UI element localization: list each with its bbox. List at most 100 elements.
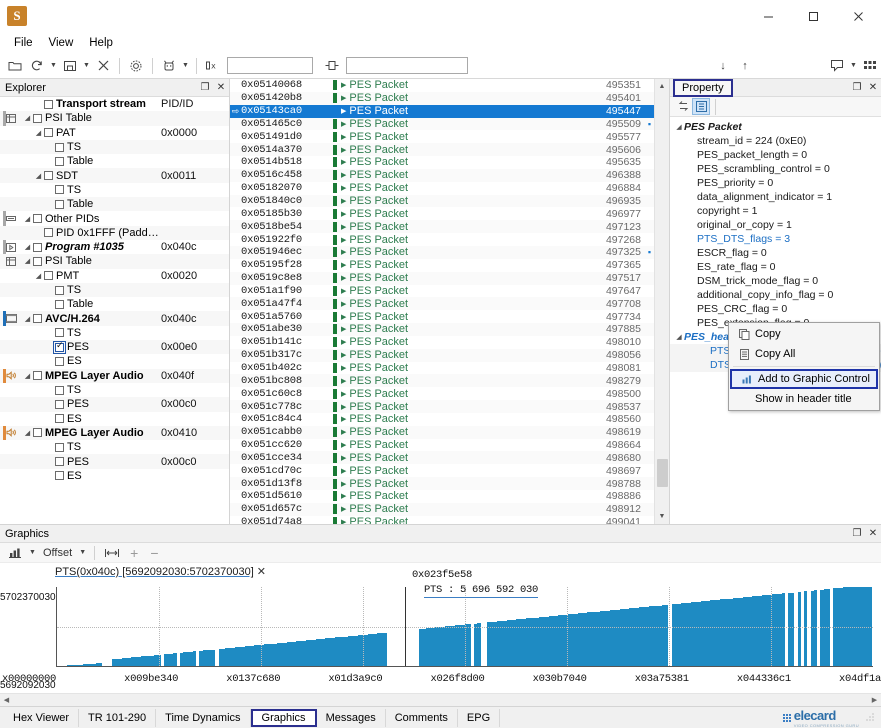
- offset-mode-caret[interactable]: ▼: [77, 542, 88, 564]
- chart-type-caret[interactable]: ▼: [27, 542, 38, 564]
- packet-expand-icon[interactable]: ▶: [341, 518, 346, 524]
- chart-type-icon[interactable]: [5, 544, 25, 561]
- packet-expand-icon[interactable]: ▶: [341, 351, 346, 359]
- explorer-row[interactable]: ◢ MPEG Layer Audio 0x040f: [0, 368, 229, 383]
- packet-expand-icon[interactable]: ▶: [341, 480, 346, 488]
- grid-layout-icon[interactable]: [859, 55, 881, 77]
- expand-collapse-icon[interactable]: ◢: [22, 114, 33, 122]
- packet-row[interactable]: 0x0519c8e8 ▶ PES Packet 497517: [230, 271, 654, 285]
- property-row[interactable]: PES_priority = 0: [670, 176, 881, 190]
- packet-expand-icon[interactable]: ▶: [341, 364, 346, 372]
- scroll-down-icon[interactable]: ▼: [655, 509, 670, 524]
- packet-expand-icon[interactable]: ▶: [341, 441, 346, 449]
- explorer-float-icon[interactable]: ❐: [197, 80, 213, 96]
- graphics-float-icon[interactable]: ❐: [849, 526, 865, 542]
- explorer-row[interactable]: ◢ AVC/H.264 0x040c: [0, 311, 229, 326]
- packet-row[interactable]: 0x051b402c ▶ PES Packet 498081: [230, 362, 654, 375]
- property-row[interactable]: ESCR_flag = 0: [670, 246, 881, 260]
- explorer-checkbox[interactable]: [33, 371, 42, 381]
- zoom-in-button[interactable]: +: [125, 544, 143, 561]
- property-row[interactable]: PES_scrambling_control = 0: [670, 162, 881, 176]
- fit-width-icon[interactable]: [101, 544, 123, 561]
- expand-collapse-icon[interactable]: ◢: [33, 172, 44, 180]
- property-row[interactable]: PES_CRC_flag = 0: [670, 302, 881, 316]
- explorer-checkbox[interactable]: [55, 414, 64, 424]
- explorer-checkbox[interactable]: [53, 340, 66, 354]
- settings-gear-icon[interactable]: [125, 55, 147, 77]
- analyze-dropdown-caret[interactable]: ▼: [180, 55, 191, 77]
- explorer-row[interactable]: TS: [0, 139, 229, 155]
- packet-row[interactable]: 0x051b141c ▶ PES Packet 498010: [230, 336, 654, 349]
- explorer-checkbox[interactable]: [33, 214, 42, 224]
- explorer-tree[interactable]: Transport stream PID/ID ◢ PSI Table ◢ PAT 0x00…: [0, 97, 229, 524]
- packet-row[interactable]: 0x0514a370 ▶ PES Packet 495606: [230, 143, 654, 157]
- packet-expand-icon[interactable]: ▶: [341, 313, 346, 321]
- bottom-tab-graphics[interactable]: Graphics: [250, 708, 317, 727]
- explorer-checkbox[interactable]: [55, 142, 64, 152]
- bottom-tab-epg[interactable]: EPG: [458, 708, 501, 727]
- explorer-row[interactable]: ◢ Other PIDs: [0, 211, 229, 226]
- analyze-icon[interactable]: [158, 55, 180, 77]
- packet-row[interactable]: 0x05185b30 ▶ PES Packet 496977: [230, 207, 654, 220]
- explorer-checkbox[interactable]: [44, 99, 53, 109]
- explorer-row[interactable]: ES: [0, 469, 229, 483]
- find-next-down-icon[interactable]: ↓: [712, 55, 734, 77]
- packet-expand-icon[interactable]: ▶: [341, 300, 346, 308]
- packet-row[interactable]: 0x051abe30 ▶ PES Packet 497885: [230, 323, 654, 336]
- packet-row[interactable]: 0x051b317c ▶ PES Packet 498056: [230, 348, 654, 362]
- packet-expand-icon[interactable]: ▶: [341, 403, 346, 411]
- packet-row[interactable]: 0x051c60c8 ▶ PES Packet 498500: [230, 387, 654, 400]
- expand-collapse-icon[interactable]: ◢: [22, 257, 33, 265]
- refresh-icon[interactable]: [26, 55, 48, 77]
- goto-packet-input[interactable]: [346, 57, 468, 74]
- property-row[interactable]: additional_copy_info_flag = 0: [670, 288, 881, 302]
- packet-expand-icon[interactable]: ▶: [341, 377, 346, 385]
- packet-expand-icon[interactable]: ▶: [341, 94, 346, 102]
- packet-row[interactable]: 0x0514b518 ▶ PES Packet 495635: [230, 156, 654, 169]
- packet-row[interactable]: ⇨ 0x05143ca0 ▶ PES Packet 495447: [230, 104, 654, 118]
- packet-row[interactable]: 0x05140068 ▶ PES Packet 495351: [230, 79, 654, 92]
- expand-collapse-icon[interactable]: ◢: [22, 215, 33, 223]
- packet-expand-icon[interactable]: ▶: [341, 171, 346, 179]
- explorer-row[interactable]: TS: [0, 183, 229, 197]
- context-menu-item[interactable]: Copy All: [729, 344, 879, 364]
- explorer-checkbox[interactable]: [44, 128, 53, 138]
- explorer-row[interactable]: TS: [0, 440, 229, 454]
- property-expand-icon[interactable]: ◢: [674, 333, 684, 341]
- packet-row[interactable]: 0x051d5610 ▶ PES Packet 498886: [230, 490, 654, 503]
- packet-expand-icon[interactable]: ▶: [341, 492, 346, 500]
- property-row[interactable]: copyright = 1: [670, 204, 881, 218]
- packet-expand-icon[interactable]: ▶: [341, 467, 346, 475]
- expand-collapse-icon[interactable]: ◢: [22, 315, 33, 323]
- hscroll-left-icon[interactable]: ◀: [0, 694, 13, 707]
- explorer-row[interactable]: ◢ SDT 0x0011: [0, 168, 229, 183]
- property-row[interactable]: DSM_trick_mode_flag = 0: [670, 274, 881, 288]
- explorer-checkbox[interactable]: [55, 299, 64, 309]
- menu-view[interactable]: View: [41, 35, 82, 51]
- packet-row[interactable]: 0x0516c458 ▶ PES Packet 496388: [230, 168, 654, 182]
- chart-series-label[interactable]: PTS(0x040c) [5692092030:5702370030]: [55, 566, 254, 578]
- packet-row[interactable]: 0x051d13f8 ▶ PES Packet 498788: [230, 477, 654, 490]
- packet-row[interactable]: 0x051491d0 ▶ PES Packet 495577: [230, 130, 654, 143]
- explorer-checkbox[interactable]: [33, 113, 42, 123]
- bottom-tab-messages[interactable]: Messages: [317, 708, 386, 727]
- packet-expand-icon[interactable]: ▶: [341, 248, 346, 256]
- packet-expand-icon[interactable]: ▶: [341, 107, 346, 115]
- packet-list[interactable]: 0x05140068 ▶ PES Packet 495351 0x051420b8 ▶ PE…: [230, 79, 654, 524]
- offset-mode-label[interactable]: Offset: [40, 544, 75, 561]
- packet-expand-icon[interactable]: ▶: [341, 146, 346, 154]
- packet-expand-icon[interactable]: ▶: [341, 223, 346, 231]
- property-tab[interactable]: Property: [673, 78, 733, 97]
- close-button[interactable]: [836, 0, 881, 32]
- explorer-row[interactable]: TS: [0, 282, 229, 298]
- scroll-thumb[interactable]: [656, 459, 668, 487]
- bottom-tab-comments[interactable]: Comments: [386, 708, 458, 727]
- packet-row[interactable]: 0x05182070 ▶ PES Packet 496884: [230, 182, 654, 195]
- property-row[interactable]: original_or_copy = 1: [670, 218, 881, 232]
- explorer-row[interactable]: ES: [0, 412, 229, 426]
- packet-row[interactable]: 0x051a5760 ▶ PES Packet 497734: [230, 310, 654, 323]
- save-dropdown-caret[interactable]: ▼: [81, 55, 92, 77]
- explorer-row[interactable]: Table: [0, 154, 229, 168]
- explorer-checkbox[interactable]: [55, 356, 64, 366]
- property-collapse-icon[interactable]: [692, 98, 710, 115]
